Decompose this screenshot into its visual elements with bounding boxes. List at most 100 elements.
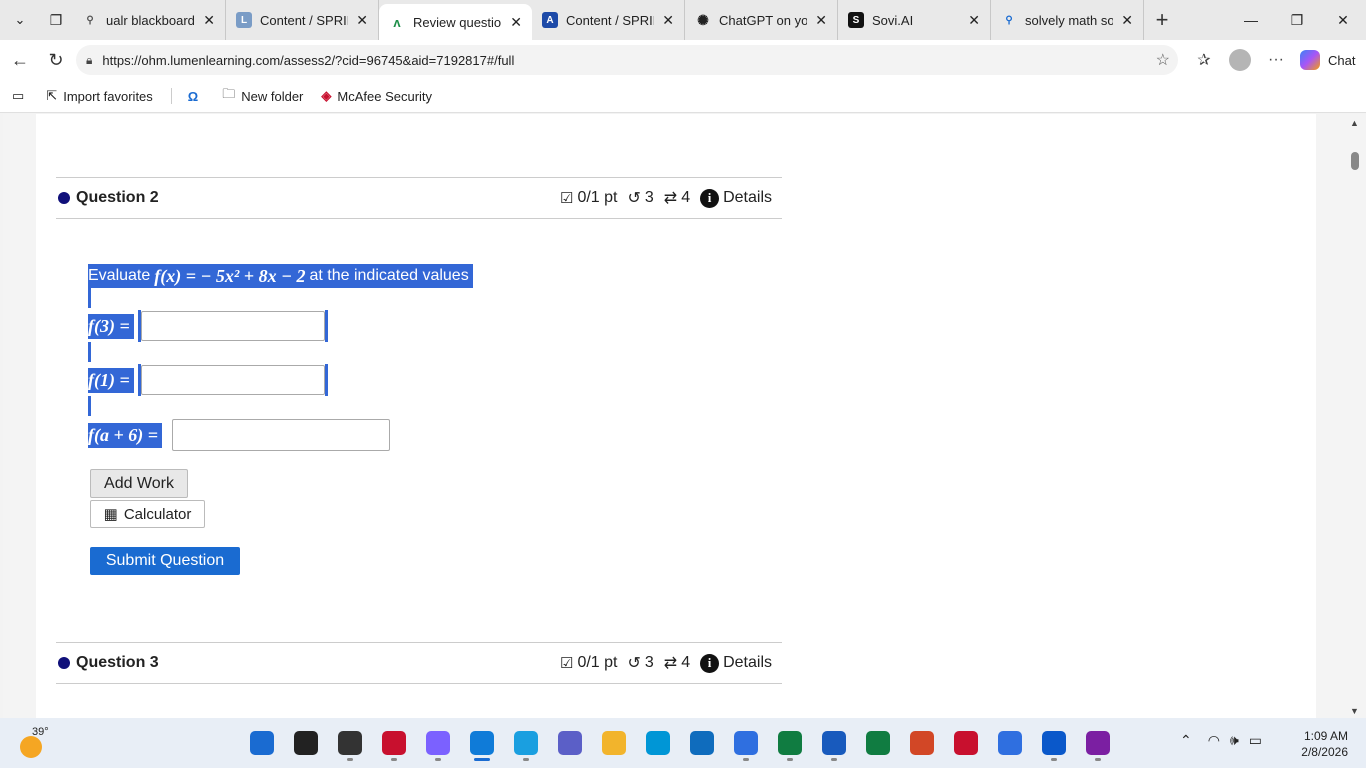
import-icon: ⇱ bbox=[46, 88, 58, 103]
close-icon[interactable]: ✕ bbox=[510, 14, 522, 31]
taskbar-app[interactable] bbox=[284, 724, 328, 762]
workspaces-icon[interactable]: ❐ bbox=[40, 0, 72, 40]
address-bar[interactable]: 🔒︎ https://ohm.lumenlearning.com/assess2… bbox=[76, 45, 1178, 75]
checkbox-icon: ☑ bbox=[559, 655, 574, 672]
site-info-icon[interactable]: 🔒︎ bbox=[86, 53, 92, 68]
taskbar-app[interactable] bbox=[1076, 724, 1120, 762]
clock[interactable]: 1:09 AM 2/8/2026 bbox=[1301, 728, 1348, 760]
tab-2[interactable]: L Content / SPRING ✕ bbox=[226, 0, 379, 40]
wifi-icon[interactable]: ◠ bbox=[1208, 732, 1220, 749]
battery-icon[interactable]: ▭ bbox=[1249, 732, 1262, 749]
volume-icon[interactable]: 🕪︎ bbox=[1230, 732, 1239, 749]
scroll-thumb[interactable] bbox=[1351, 152, 1359, 170]
taskbar-app[interactable] bbox=[1032, 724, 1076, 762]
part-1: f(3) = bbox=[88, 310, 328, 342]
folder-icon: 🗀︎ bbox=[222, 86, 236, 101]
part-2-label: f(1) = bbox=[88, 367, 134, 393]
points-score: 0/1 pt bbox=[577, 189, 618, 206]
taskbar-app[interactable] bbox=[900, 724, 944, 762]
answer-input-f1[interactable] bbox=[140, 365, 325, 395]
favorite-star-icon[interactable]: ☆ bbox=[1156, 50, 1170, 70]
tab-7[interactable]: ⚲ solvely math solve ✕ bbox=[991, 0, 1144, 40]
running-indicator bbox=[743, 758, 749, 761]
back-icon[interactable]: ← bbox=[2, 40, 38, 80]
add-work-button[interactable]: Add Work bbox=[90, 469, 188, 498]
news-icon bbox=[954, 731, 978, 755]
favorites-icon[interactable]: ✰ bbox=[1186, 50, 1222, 70]
taskbar-app[interactable] bbox=[548, 724, 592, 762]
info-icon[interactable]: i bbox=[700, 653, 720, 673]
question-title: Question 2 bbox=[76, 189, 159, 206]
taskbar-app[interactable] bbox=[416, 724, 460, 762]
taskbar-app[interactable] bbox=[592, 724, 636, 762]
tab-3-active[interactable]: ʌ Review questions ✕ bbox=[379, 4, 532, 40]
favorite-mcafee[interactable]: ◈ McAfee Security bbox=[321, 88, 432, 104]
taskbar-app[interactable] bbox=[372, 724, 416, 762]
taskbar-app[interactable] bbox=[680, 724, 724, 762]
window-controls: — ❐ ✕ bbox=[1228, 0, 1366, 40]
close-icon[interactable]: ✕ bbox=[356, 12, 368, 29]
copilot-icon bbox=[426, 731, 450, 755]
taskbar-app[interactable] bbox=[944, 724, 988, 762]
tab-actions-menu-icon[interactable]: ⌄ bbox=[0, 0, 40, 40]
details-link[interactable]: Details bbox=[723, 654, 772, 672]
taskbar-app[interactable] bbox=[768, 724, 812, 762]
tab-4[interactable]: A Content / SPRING ✕ bbox=[532, 0, 685, 40]
running-indicator bbox=[1095, 758, 1101, 761]
running-indicator bbox=[787, 758, 793, 761]
collections-icon[interactable]: ▭ bbox=[12, 88, 24, 104]
tab-6[interactable]: S Sovi.AI ✕ bbox=[838, 0, 991, 40]
question-meta: ☑ 0/1 pt ↺ 3 ⇄ 4 i Details bbox=[552, 188, 772, 208]
taskbar-app[interactable] bbox=[328, 724, 372, 762]
tab-1[interactable]: ⚲ ualr blackboard - S ✕ bbox=[72, 0, 226, 40]
profile-avatar[interactable] bbox=[1229, 49, 1251, 71]
favorite-omega[interactable]: Ω bbox=[188, 89, 204, 104]
close-window-icon[interactable]: ✕ bbox=[1320, 0, 1366, 40]
refresh-icon[interactable]: ↻ bbox=[38, 40, 74, 80]
scroll-down-icon[interactable]: ▼ bbox=[1350, 706, 1359, 716]
scroll-up-icon[interactable]: ▲ bbox=[1350, 118, 1359, 128]
calculator-button[interactable]: ▦ Calculator bbox=[90, 500, 205, 528]
taskbar-app[interactable] bbox=[240, 724, 284, 762]
info-icon[interactable]: i bbox=[700, 188, 720, 208]
answer-input-f3[interactable] bbox=[140, 311, 325, 341]
edge-icon bbox=[470, 731, 494, 755]
taskbar-app[interactable] bbox=[724, 724, 768, 762]
function-expression: f(x) = − 5x² + 8x − 2 bbox=[154, 265, 306, 286]
chevron-up-icon[interactable]: ⌃ bbox=[1180, 732, 1192, 749]
teams-icon bbox=[558, 731, 582, 755]
close-icon[interactable]: ✕ bbox=[662, 12, 674, 29]
sovi-icon bbox=[1042, 731, 1066, 755]
taskbar-app[interactable] bbox=[504, 724, 548, 762]
more-icon[interactable]: ··· bbox=[1258, 51, 1294, 69]
taskbar-app[interactable] bbox=[460, 724, 504, 762]
store-icon bbox=[998, 731, 1022, 755]
taskbar-app[interactable] bbox=[812, 724, 856, 762]
tab-5[interactable]: ✺ ChatGPT on your ✕ bbox=[685, 0, 838, 40]
close-icon[interactable]: ✕ bbox=[1121, 12, 1133, 29]
app-green-icon bbox=[778, 731, 802, 755]
taskbar-app[interactable] bbox=[856, 724, 900, 762]
answer-input-fa6[interactable] bbox=[172, 419, 390, 451]
close-icon[interactable]: ✕ bbox=[968, 12, 980, 29]
taskbar-app[interactable] bbox=[636, 724, 680, 762]
close-icon[interactable]: ✕ bbox=[203, 12, 215, 29]
search-icon bbox=[294, 731, 318, 755]
file-manager-icon bbox=[338, 731, 362, 755]
new-tab-icon[interactable]: + bbox=[1144, 7, 1180, 33]
system-tray: ⌃ ◠ 🕪︎ ▭ bbox=[1180, 732, 1272, 749]
favorite-new-folder[interactable]: 🗀︎ New folder bbox=[222, 85, 303, 107]
status-dot-icon bbox=[58, 657, 70, 669]
close-icon[interactable]: ✕ bbox=[815, 12, 827, 29]
attempts-count: 4 bbox=[681, 654, 691, 671]
details-link[interactable]: Details bbox=[723, 189, 772, 207]
copilot-chat-button[interactable]: Chat bbox=[1300, 46, 1355, 74]
minimize-icon[interactable]: — bbox=[1228, 0, 1274, 40]
favorite-import[interactable]: ⇱ Import favorites bbox=[46, 88, 153, 104]
restore-icon[interactable]: ❐ bbox=[1274, 0, 1320, 40]
vertical-scrollbar[interactable]: ▲ ▼ bbox=[1344, 114, 1366, 718]
part-3: f(a + 6) = bbox=[88, 419, 390, 451]
submit-question-button[interactable]: Submit Question bbox=[90, 547, 240, 575]
taskbar-app[interactable] bbox=[988, 724, 1032, 762]
running-indicator bbox=[435, 758, 441, 761]
